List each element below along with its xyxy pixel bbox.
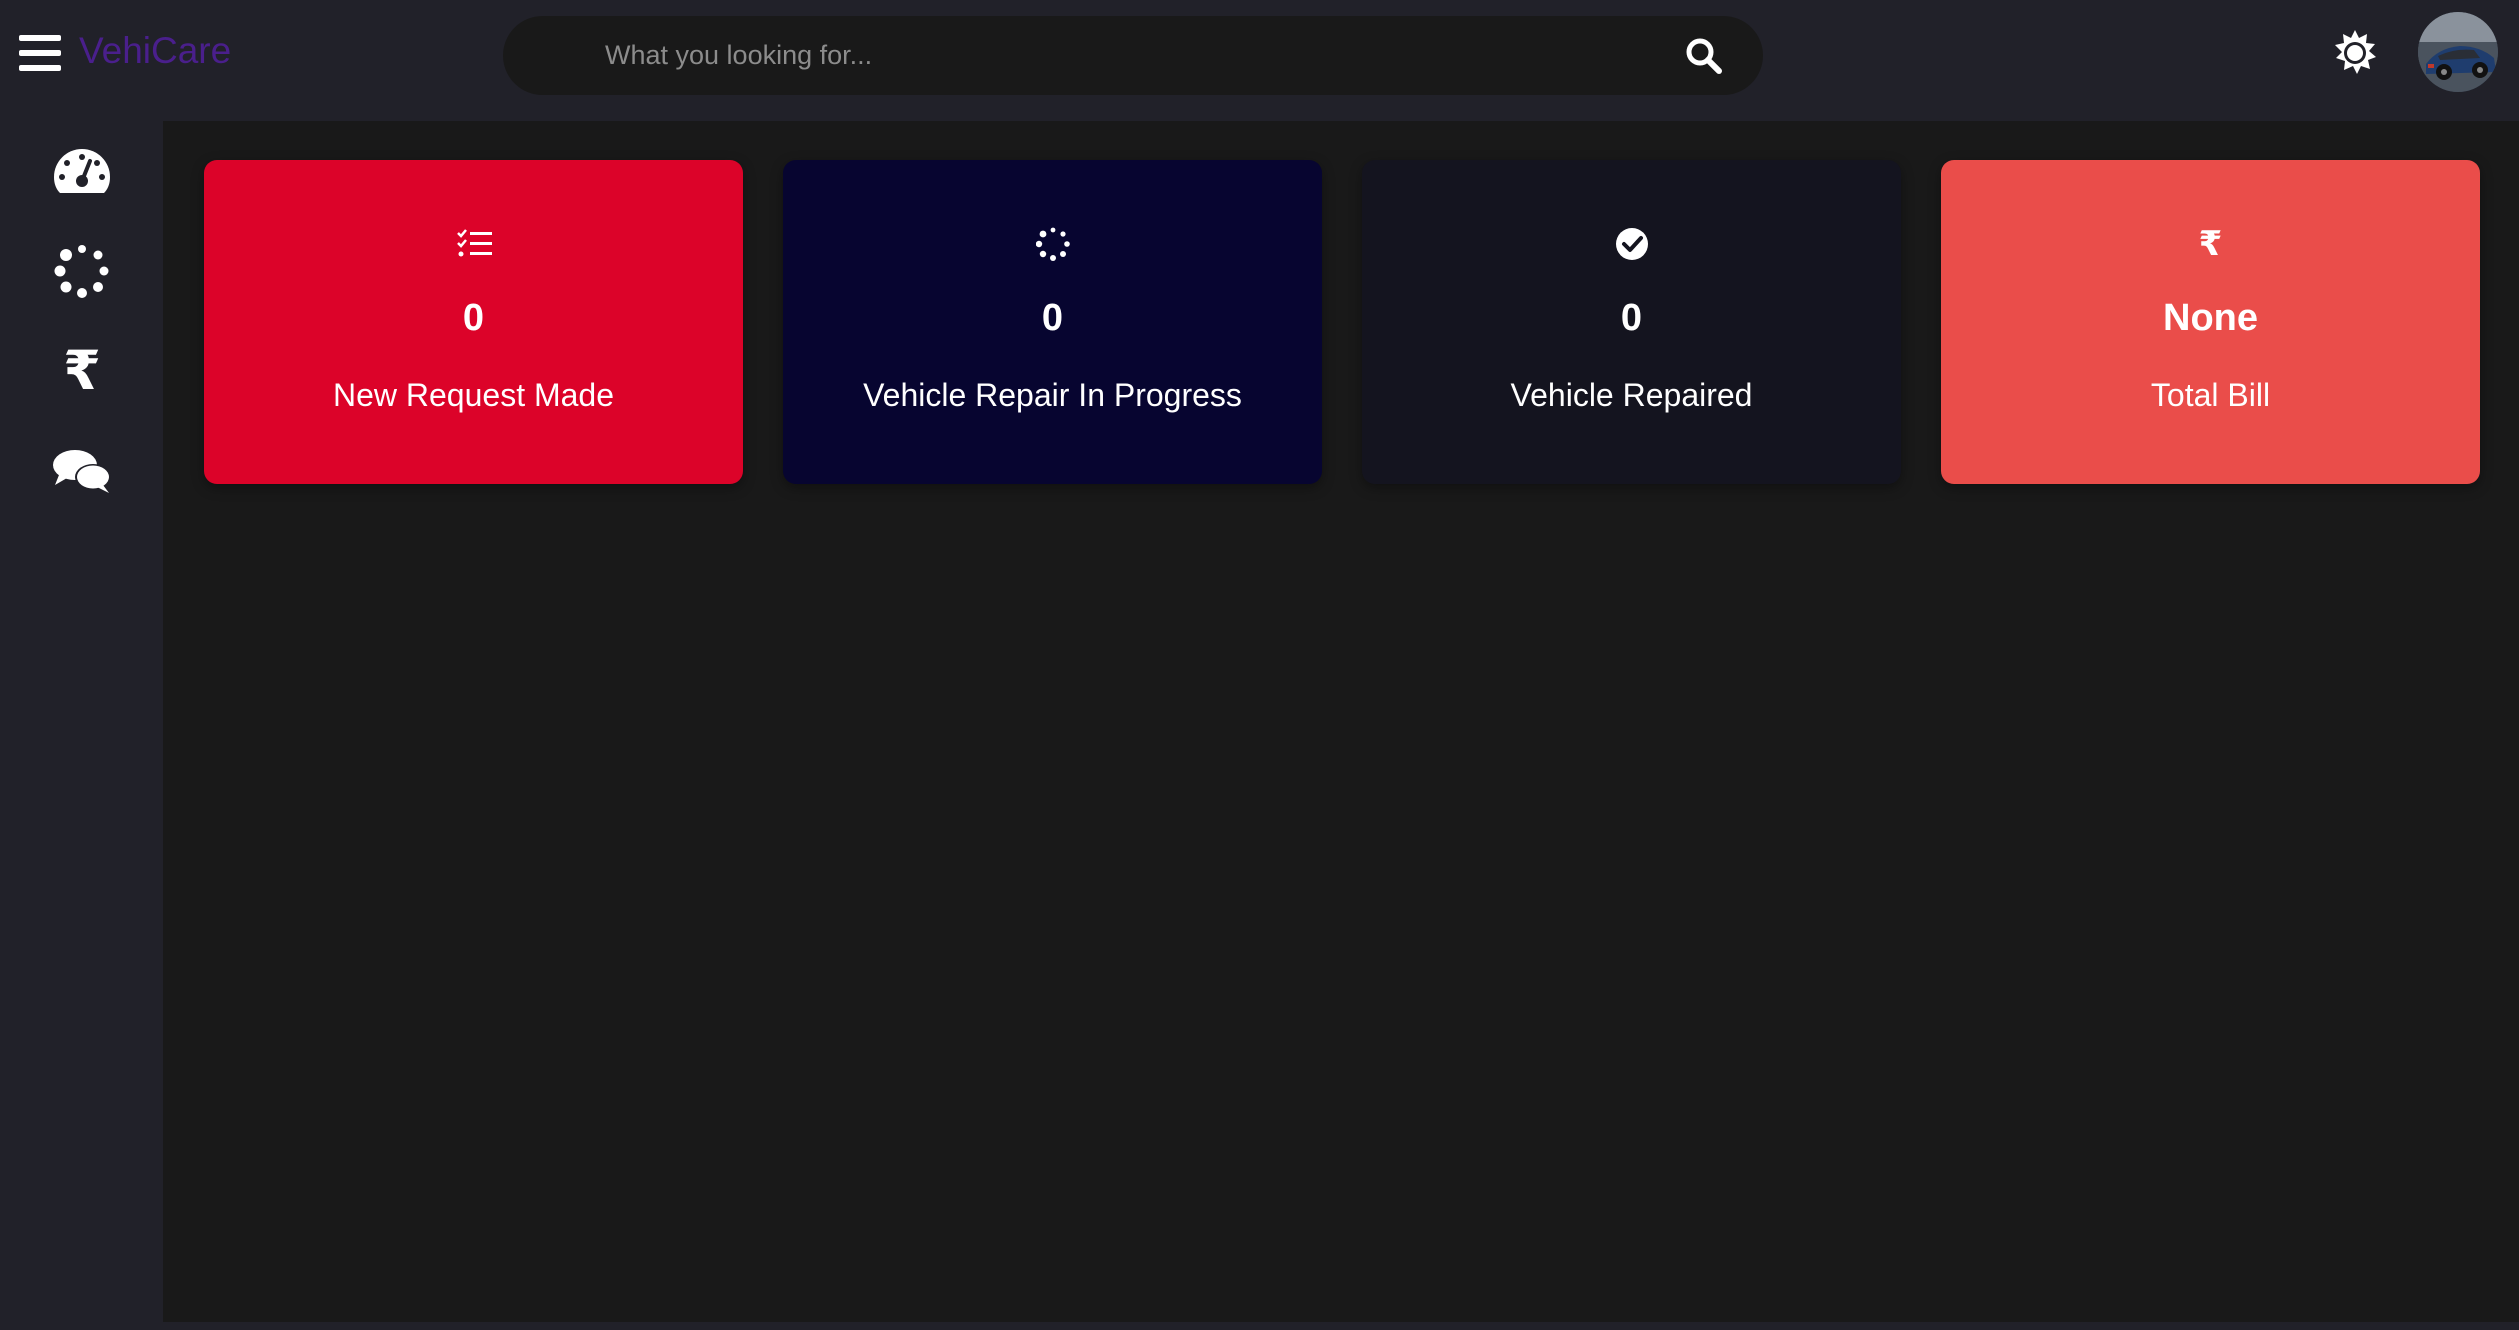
card-total-bill[interactable]: ₹ None Total Bill xyxy=(1941,160,2480,484)
check-circle-icon xyxy=(1615,228,1648,260)
hamburger-icon[interactable] xyxy=(19,35,61,71)
dashboard-gauge-icon xyxy=(54,149,110,193)
top-navbar: VehiCare xyxy=(0,0,2519,121)
card-label: New Request Made xyxy=(332,377,615,413)
chat-icon xyxy=(53,450,111,493)
card-repair-in-progress[interactable]: 0 Vehicle Repair In Progress xyxy=(783,160,1322,484)
search-icon[interactable] xyxy=(1683,35,1725,77)
card-value: None xyxy=(2163,297,2258,339)
sun-icon[interactable] xyxy=(2330,28,2380,78)
sidebar: ₹ xyxy=(0,121,163,1330)
search-bar xyxy=(503,16,1763,95)
card-value: 0 xyxy=(1041,297,1064,339)
spinner-icon xyxy=(54,245,109,298)
sidebar-item-progress[interactable] xyxy=(50,239,114,303)
sidebar-item-feedback[interactable] xyxy=(50,439,114,503)
user-avatar[interactable] xyxy=(2418,12,2498,92)
card-new-request[interactable]: 0 New Request Made xyxy=(204,160,743,484)
sidebar-item-dashboard[interactable] xyxy=(50,139,114,203)
sidebar-item-bill[interactable]: ₹ xyxy=(50,339,114,403)
search-input[interactable] xyxy=(603,16,1603,95)
card-value: 0 xyxy=(462,297,485,339)
card-vehicle-repaired[interactable]: 0 Vehicle Repaired xyxy=(1362,160,1901,484)
card-label: Total Bill xyxy=(2150,377,2271,413)
card-label: Vehicle Repaired xyxy=(1510,377,1753,413)
card-value: 0 xyxy=(1620,297,1643,339)
spinner-icon xyxy=(1035,227,1070,261)
rupee-icon: ₹ xyxy=(2198,224,2223,264)
brand-logo-text[interactable]: VehiCare xyxy=(79,28,231,74)
checklist-icon xyxy=(456,229,492,257)
rupee-icon: ₹ xyxy=(63,339,101,402)
main-content: 0 New Request Made 0 Vehicle Repair In P… xyxy=(163,121,2519,1322)
card-label: Vehicle Repair In Progress xyxy=(863,377,1242,413)
